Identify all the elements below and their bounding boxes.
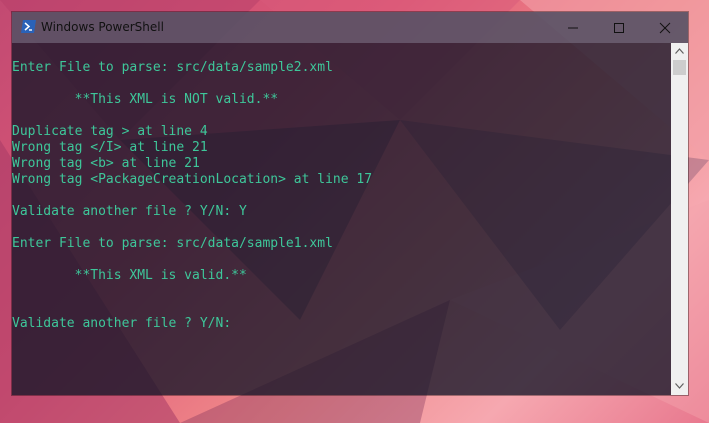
powershell-window: Windows PowerShell Enter File to parse: … [12, 12, 688, 395]
maximize-button[interactable] [596, 12, 642, 43]
scroll-thumb[interactable] [673, 60, 686, 75]
vertical-scrollbar[interactable] [671, 43, 688, 395]
console-line: **This XML is NOT valid.** [12, 92, 279, 107]
scroll-down-button[interactable] [671, 378, 688, 395]
maximize-icon [614, 23, 624, 33]
close-button[interactable] [642, 12, 688, 43]
console-prompt-line[interactable]: Validate another file ? Y/N: [12, 316, 239, 332]
chevron-up-icon [675, 48, 684, 54]
close-icon [659, 22, 671, 34]
window-title: Windows PowerShell [41, 20, 164, 34]
minimize-button[interactable] [550, 12, 596, 43]
scroll-up-button[interactable] [671, 43, 688, 60]
powershell-icon [21, 20, 36, 33]
console-output[interactable]: Enter File to parse: src/data/sample2.xm… [12, 43, 671, 395]
console-line: Wrong tag <PackageCreationLocation> at l… [12, 172, 373, 187]
chevron-down-icon [675, 383, 684, 389]
console-line: Wrong tag </I> at line 21 [12, 140, 208, 155]
console-line: **This XML is valid.** [12, 268, 247, 283]
console-line: Validate another file ? Y/N: Y [12, 204, 247, 219]
console-line: Wrong tag <b> at line 21 [12, 156, 200, 171]
console-line: Enter File to parse: src/data/sample2.xm… [12, 60, 333, 75]
console-line: Duplicate tag > at line 4 [12, 124, 208, 139]
title-bar[interactable]: Windows PowerShell [12, 12, 688, 43]
minimize-icon [568, 27, 578, 29]
console-line: Enter File to parse: src/data/sample1.xm… [12, 236, 333, 251]
